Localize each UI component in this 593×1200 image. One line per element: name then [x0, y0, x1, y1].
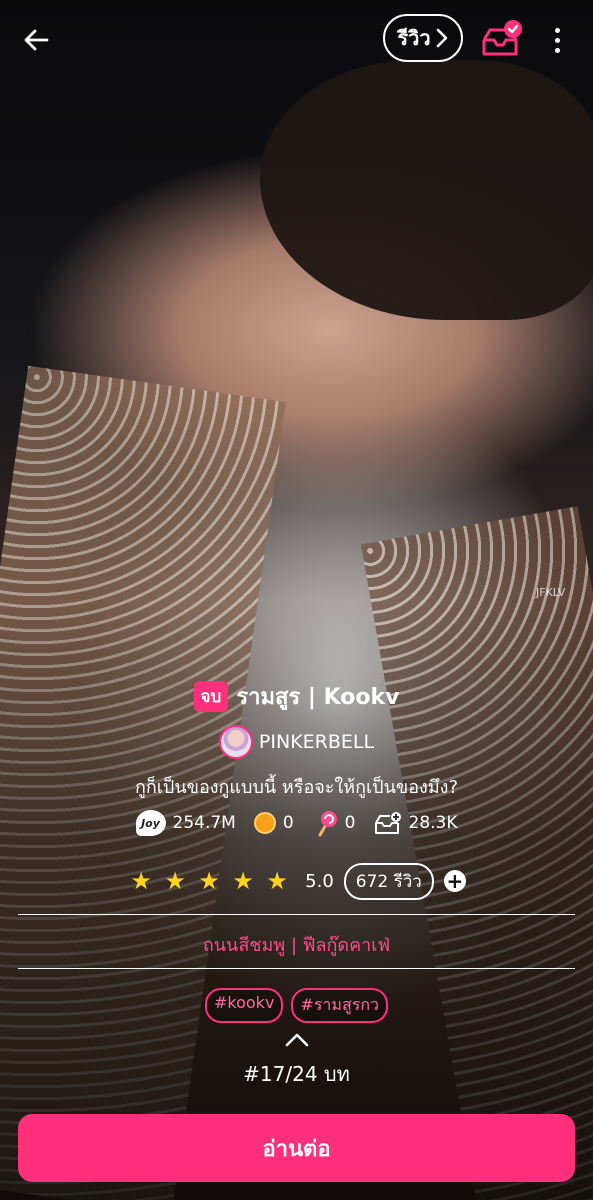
stats-row: Joy 254.7M 0 0 28.3K [0, 806, 593, 840]
title-row: จบ รามสูร | Kookv [0, 676, 593, 716]
author-link[interactable]: PINKERBELL [0, 722, 593, 762]
stat-library-adds: 28.3K [374, 811, 458, 835]
status-badge: จบ [193, 680, 229, 712]
hashtag-chip[interactable]: #kookv [205, 988, 284, 1023]
cover-watermark: JFKLV [536, 586, 566, 599]
add-review-button[interactable]: + [443, 869, 466, 893]
divider-top [18, 914, 575, 915]
more-vertical-icon-dot [554, 37, 560, 43]
stat-views-value: 254.7M [172, 813, 236, 833]
back-button[interactable] [16, 22, 56, 58]
library-check-icon [482, 20, 522, 56]
star-icon: ★ [164, 867, 186, 895]
more-options-button[interactable] [542, 22, 572, 58]
chevron-up-icon[interactable] [284, 1032, 310, 1048]
library-button[interactable] [480, 18, 524, 60]
stat-lollipops: 0 [312, 809, 356, 837]
library-add-icon [374, 812, 401, 834]
plus-icon: + [446, 869, 464, 893]
review-button[interactable]: รีวิว [383, 14, 463, 62]
stat-coins-value: 0 [282, 813, 294, 833]
cover-hair-shape [260, 60, 593, 320]
chevron-right-icon [436, 28, 447, 48]
continue-reading-label: อ่านต่อ [262, 1136, 331, 1162]
stat-coins: 0 [253, 812, 294, 834]
star-icon: ★ [232, 867, 254, 895]
rating-value: 5.0 [305, 870, 334, 892]
coin-icon [253, 812, 276, 834]
hashtag-chip[interactable]: #รามสูรกว [291, 988, 388, 1023]
more-vertical-icon-dot [554, 47, 560, 53]
star-icon: ★ [266, 867, 288, 895]
joy-icon: Joy [135, 810, 166, 836]
story-title: รามสูร | Kookv [236, 684, 400, 710]
star-rating: ★ ★ ★ ★ ★ [127, 869, 291, 893]
rating-row: ★ ★ ★ ★ ★ 5.0 672 รีวิว + [0, 862, 593, 900]
avatar [218, 725, 253, 759]
star-icon: ★ [130, 867, 152, 895]
stat-library-adds-value: 28.3K [408, 813, 458, 833]
divider-bottom [18, 968, 575, 969]
story-category[interactable]: ถนนสีชมพู | ฟีลกู๊ดคาเฟ่ [0, 930, 593, 959]
back-arrow-icon [24, 29, 49, 51]
lollipop-icon [318, 811, 337, 837]
hashtag-list: #kookv #รามสูรกว [0, 988, 593, 1023]
story-tagline: กูก็เป็นของกูแบบนี้ หรือจะให้กูเป็นของมึ… [134, 777, 459, 798]
continue-reading-button[interactable]: อ่านต่อ [18, 1114, 575, 1182]
top-bar: รีวิว [0, 0, 593, 80]
chapter-progress: #17/24 บท [243, 1062, 350, 1086]
review-button-label: รีวิว [397, 26, 431, 50]
stat-views: Joy 254.7M [135, 810, 236, 836]
stat-lollipops-value: 0 [344, 813, 356, 833]
star-icon: ★ [198, 867, 220, 895]
author-name: PINKERBELL [258, 731, 375, 753]
review-count-button[interactable]: 672 รีวิว [343, 862, 434, 900]
more-vertical-icon [554, 27, 560, 33]
